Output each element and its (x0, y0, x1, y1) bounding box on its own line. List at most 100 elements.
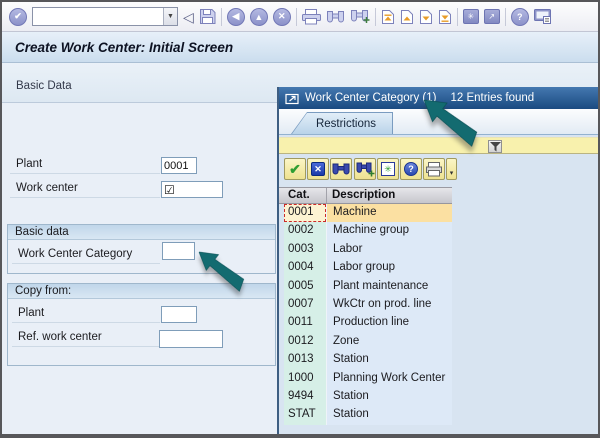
binoculars-plus-icon (356, 162, 375, 177)
find-icon[interactable] (326, 10, 345, 24)
arrow-up-right-icon: ↗ (488, 12, 495, 21)
ref-work-center-label: Ref. work center (12, 329, 160, 347)
enter-button[interactable]: ✔ (9, 8, 27, 26)
collapse-icon[interactable]: ◁ (183, 10, 194, 24)
accept-button[interactable]: ✔ (284, 158, 306, 180)
find-button[interactable] (330, 158, 352, 180)
table-row[interactable]: 0007WkCtr on prod. line (279, 296, 452, 314)
print-dropdown-button[interactable]: ▾ (446, 158, 457, 180)
table-row[interactable]: 1000Planning Work Center (279, 370, 452, 388)
separator (221, 8, 222, 26)
basic-data-group-title: Basic data (8, 225, 275, 240)
table-row[interactable]: STATStation (279, 406, 452, 424)
value-help-dialog: Work Center Category (1) 12 Entries foun… (277, 87, 600, 434)
question-icon: ? (404, 162, 418, 176)
table-row[interactable]: 0005Plant maintenance (279, 278, 452, 296)
multiple-selection-button[interactable]: ✳ (377, 158, 399, 180)
work-center-category-label: Work Center Category (12, 246, 160, 264)
restrictions-collapsed-strip (279, 137, 600, 154)
table-row[interactable]: 0002Machine group (279, 222, 452, 240)
funnel-icon (490, 142, 501, 152)
table-row[interactable]: 0004Labor group (279, 259, 452, 277)
description-cell[interactable]: Labor group (326, 259, 452, 277)
table-row[interactable]: 9494Station (279, 388, 452, 406)
category-cell[interactable]: 9494 (284, 388, 326, 406)
find-next-icon[interactable] (350, 9, 370, 24)
question-icon: ? (517, 12, 523, 22)
category-table-body: 0001Machine0002Machine group0003Labor000… (279, 204, 452, 425)
description-cell[interactable]: Station (326, 388, 452, 406)
description-cell[interactable]: Station (326, 406, 452, 424)
customize-layout-icon[interactable] (534, 9, 551, 24)
find-next-button[interactable] (354, 158, 376, 180)
table-row[interactable]: 0003Labor (279, 241, 452, 259)
description-cell[interactable]: Machine (326, 204, 452, 222)
new-session-icon[interactable]: ✳ (463, 9, 479, 24)
table-row[interactable]: 0011Production line (279, 314, 452, 332)
category-cell[interactable]: 0002 (284, 222, 326, 240)
print-button[interactable] (423, 158, 445, 180)
separator (457, 8, 458, 26)
chevron-down-icon[interactable]: ▼ (163, 8, 177, 25)
chevron-down-icon: ▾ (450, 169, 454, 177)
work-center-input[interactable] (161, 181, 223, 198)
description-cell[interactable]: Station (326, 351, 452, 369)
category-cell[interactable]: STAT (284, 406, 326, 424)
save-icon[interactable] (199, 8, 216, 25)
description-cell[interactable]: Machine group (326, 222, 452, 240)
description-cell[interactable]: Production line (326, 314, 452, 332)
back-button[interactable]: ◀ (227, 8, 245, 26)
star-icon: ✳ (381, 162, 395, 176)
description-cell[interactable]: Planning Work Center (326, 370, 452, 388)
tab-restrictions[interactable]: Restrictions (291, 112, 393, 134)
check-icon: ✔ (289, 161, 301, 178)
entries-found-label: 12 Entries found (450, 92, 534, 104)
table-row[interactable]: 0013Station (279, 351, 452, 369)
expand-restrictions-button[interactable] (488, 140, 502, 153)
print-icon (425, 162, 443, 177)
copy-plant-input[interactable] (161, 306, 197, 323)
table-header: Cat. Description (279, 187, 452, 204)
description-cell[interactable]: WkCtr on prod. line (326, 296, 452, 314)
category-cell[interactable]: 1000 (284, 370, 326, 388)
category-cell[interactable]: 0001 (284, 204, 326, 222)
category-cell[interactable]: 0011 (284, 314, 326, 332)
plant-label: Plant (10, 156, 160, 174)
help-button[interactable]: ? (400, 158, 422, 180)
command-input[interactable] (33, 9, 163, 24)
category-cell[interactable]: 0007 (284, 296, 326, 314)
column-divider (326, 188, 327, 203)
close-icon: ✕ (278, 11, 286, 22)
category-cell[interactable]: 0005 (284, 278, 326, 296)
basic-data-button[interactable]: Basic Data (16, 80, 72, 92)
first-page-icon[interactable] (381, 9, 395, 25)
category-cell[interactable]: 0003 (284, 241, 326, 259)
plant-input[interactable] (161, 157, 197, 174)
work-center-category-input[interactable] (162, 242, 195, 260)
last-page-icon[interactable] (438, 9, 452, 25)
previous-page-icon[interactable] (400, 9, 414, 25)
column-header-description[interactable]: Description (332, 189, 395, 201)
column-header-cat[interactable]: Cat. (288, 189, 310, 201)
sap-window: ✔ ▼ ◁ ◀ ▲ ✕ ✳ ↗ ? Create Work Center: In… (0, 0, 600, 438)
table-row[interactable]: 0012Zone (279, 333, 452, 351)
copy-plant-label: Plant (12, 305, 160, 323)
cancel-button[interactable]: ✕ (273, 8, 291, 26)
create-shortcut-icon[interactable]: ↗ (484, 9, 500, 24)
description-cell[interactable]: Labor (326, 241, 452, 259)
category-cell[interactable]: 0013 (284, 351, 326, 369)
exit-button[interactable]: ▲ (250, 8, 268, 26)
help-button[interactable]: ? (511, 8, 529, 26)
next-page-icon[interactable] (419, 9, 433, 25)
command-field[interactable]: ▼ (32, 7, 178, 26)
description-cell[interactable]: Zone (326, 333, 452, 351)
ref-work-center-input[interactable] (159, 330, 223, 348)
description-cell[interactable]: Plant maintenance (326, 278, 452, 296)
separator (505, 8, 506, 26)
close-button[interactable]: ✕ (307, 158, 329, 180)
category-cell[interactable]: 0012 (284, 333, 326, 351)
print-icon[interactable] (302, 9, 321, 25)
back-icon: ◀ (232, 11, 239, 22)
table-row[interactable]: 0001Machine (279, 204, 452, 222)
category-cell[interactable]: 0004 (284, 259, 326, 277)
